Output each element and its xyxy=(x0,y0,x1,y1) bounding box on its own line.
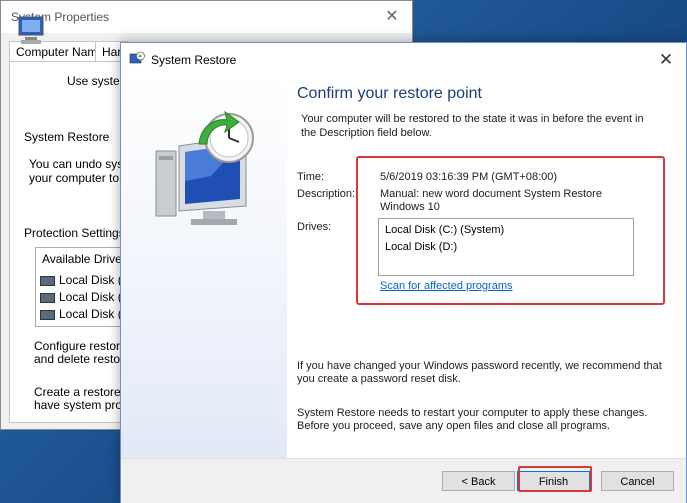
system-restore-heading: System Restore xyxy=(24,130,110,144)
available-drives-header: Available Drives xyxy=(42,252,128,266)
description-label: Description: xyxy=(297,188,356,200)
sidebar xyxy=(121,76,287,491)
system-restore-icon xyxy=(129,51,145,64)
dialog-footer: < Back Finish Cancel xyxy=(121,458,686,503)
system-restore-title: System Restore xyxy=(151,53,237,67)
password-note: If you have changed your Windows passwor… xyxy=(297,360,662,385)
page-title: Confirm your restore point xyxy=(297,85,482,102)
system-properties-close-icon[interactable]: ✕ xyxy=(372,1,412,33)
undo-text-line1: You can undo syste xyxy=(29,157,134,171)
list-item[interactable]: Local Disk (F xyxy=(40,307,129,321)
confirm-description: Your computer will be restored to the st… xyxy=(301,113,644,139)
hard-drive-icon xyxy=(40,309,55,320)
drives-label: Drives: xyxy=(297,221,332,233)
available-drives-list[interactable]: Available Drives Local Disk (C Local Dis… xyxy=(35,247,130,327)
computer-icon xyxy=(18,16,44,44)
drive-label: Local Disk (F xyxy=(59,307,130,321)
finish-button-highlight xyxy=(518,466,592,492)
system-restore-window: System Restore ✕ Confirm your restore po… xyxy=(120,42,687,503)
time-label: Time: xyxy=(297,171,325,183)
system-properties-titlebar: System Properties ✕ xyxy=(1,1,412,33)
configure-text-line2: and delete restore xyxy=(34,352,131,366)
back-button[interactable]: < Back xyxy=(442,471,515,491)
restart-note: System Restore needs to restart your com… xyxy=(297,407,648,432)
hard-drive-icon xyxy=(40,275,55,286)
hard-drive-icon xyxy=(40,292,55,303)
restore-details-highlight xyxy=(356,156,665,305)
system-restore-titlebar: System Restore ✕ xyxy=(121,43,686,76)
protection-settings-label: Protection Settings xyxy=(24,226,125,240)
cancel-button[interactable]: Cancel xyxy=(601,471,674,491)
main-content: Confirm your restore point Your computer… xyxy=(287,76,686,491)
list-item[interactable]: Local Disk (D xyxy=(40,290,130,304)
close-icon[interactable]: ✕ xyxy=(646,43,686,76)
system-restore-illustration-icon xyxy=(155,110,254,225)
list-item[interactable]: Local Disk (C xyxy=(40,273,130,287)
